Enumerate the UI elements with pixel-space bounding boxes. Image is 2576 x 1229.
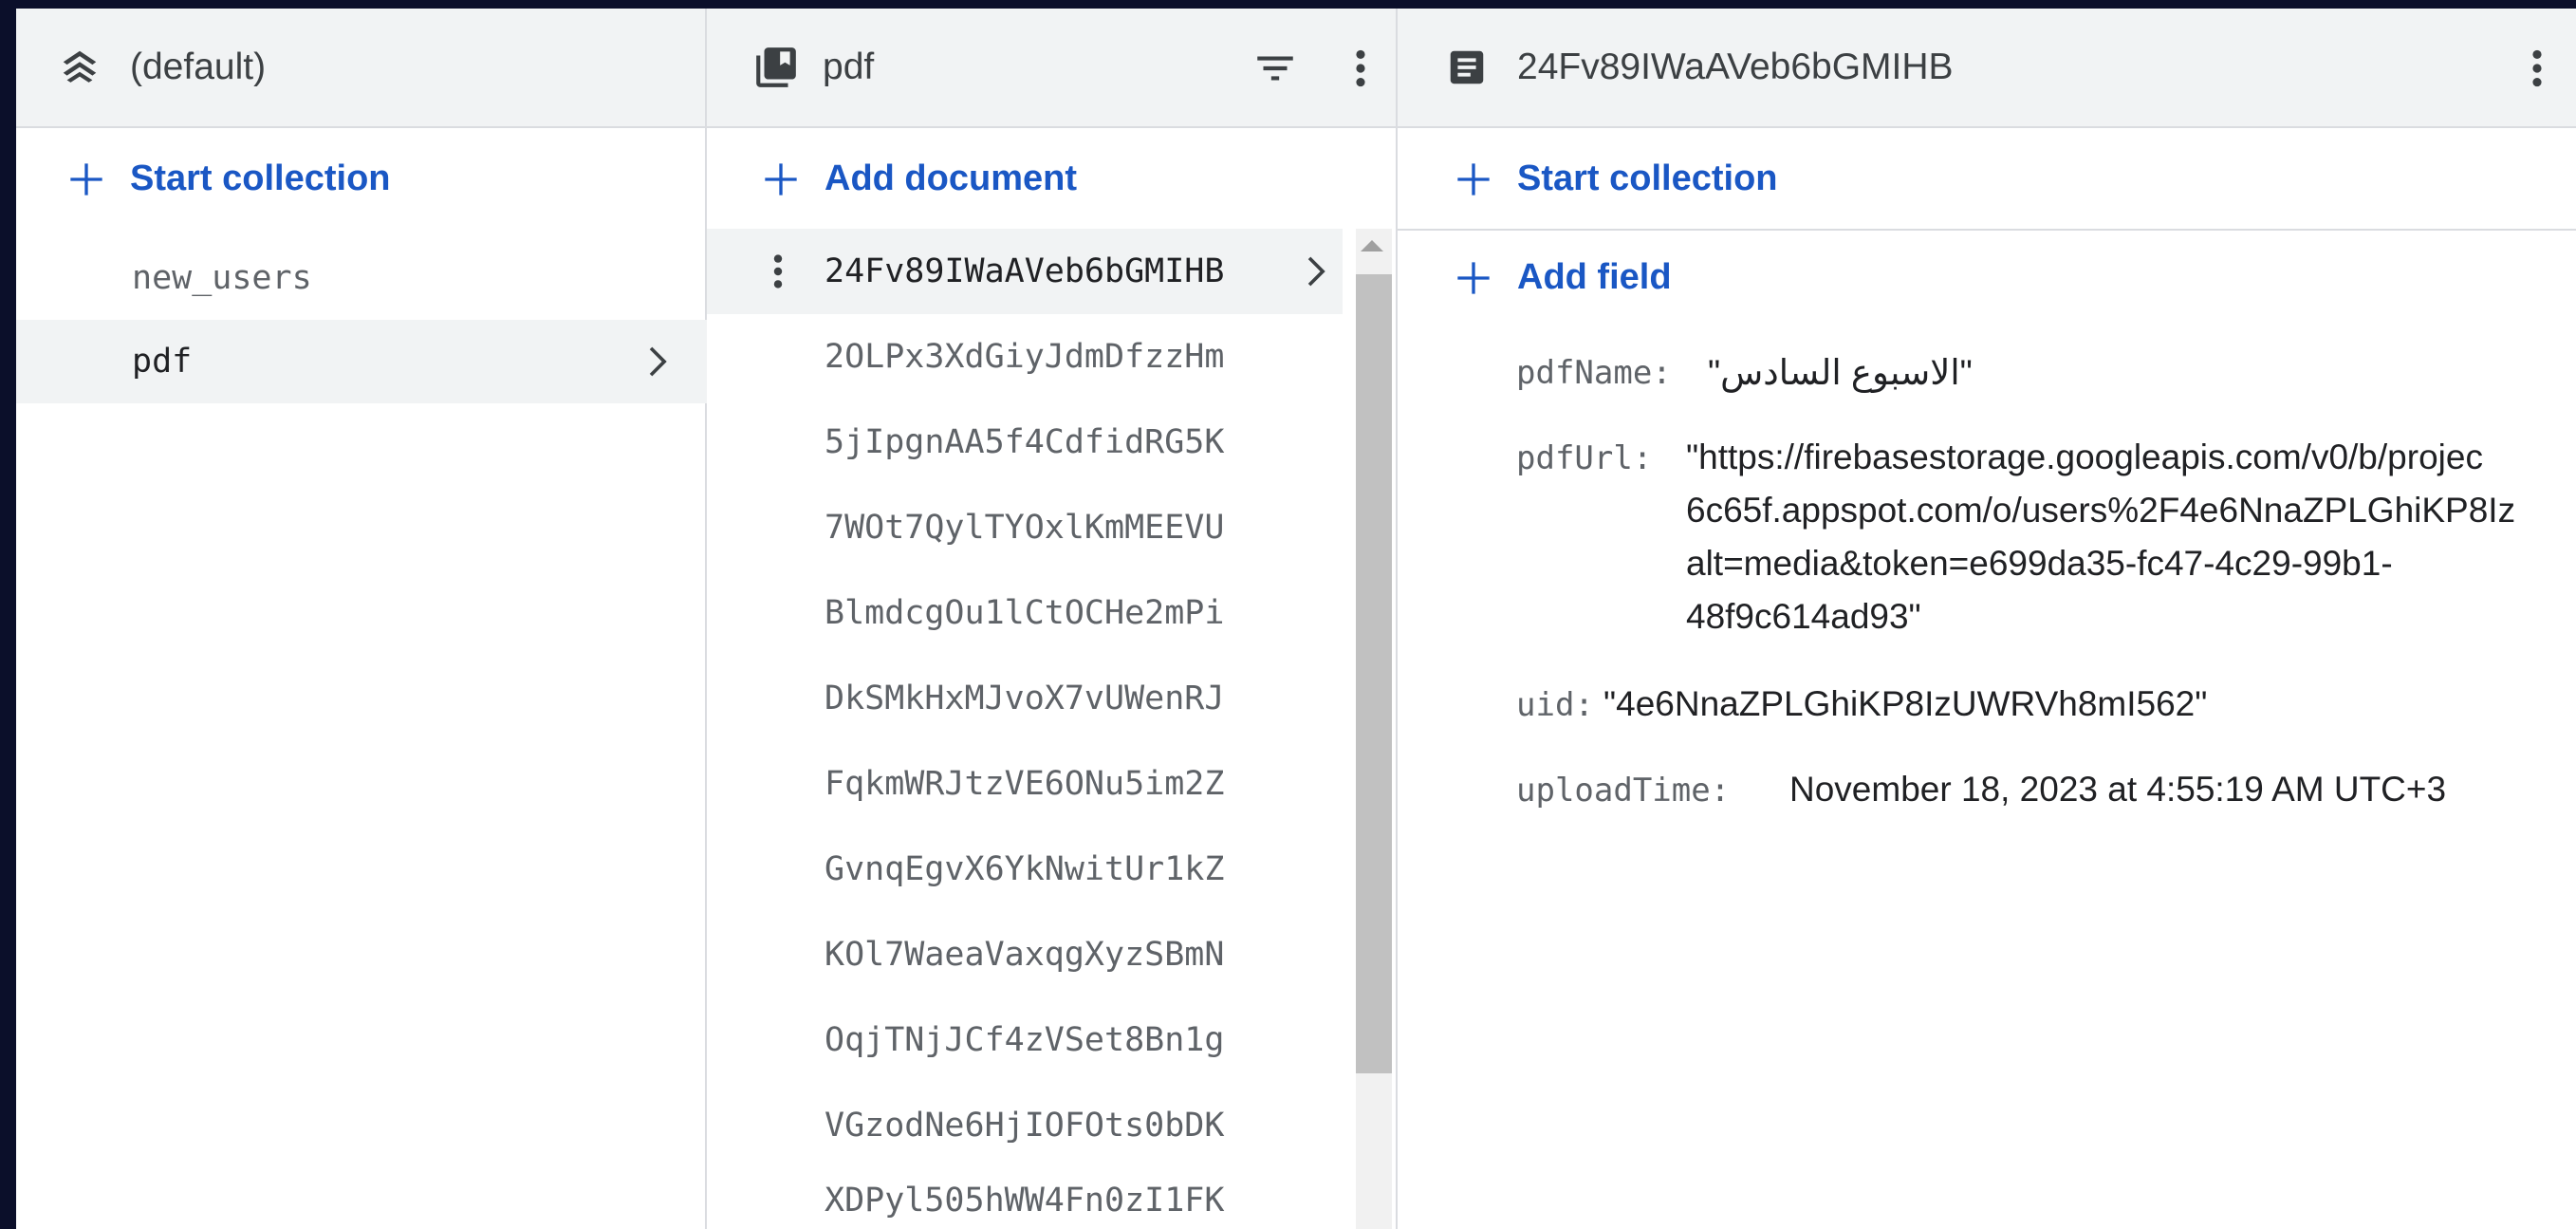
document-id: KOl7WaeaVaxqgXyzSBmN xyxy=(825,936,1225,974)
collection-label: new_users xyxy=(132,259,312,297)
document-id: FqkmWRJtzVE6ONu5im2Z xyxy=(825,765,1225,803)
chevron-right-icon xyxy=(649,346,667,377)
collection-header: pdf xyxy=(752,9,874,126)
document-id: 24Fv89IWaAVeb6bGMIHB xyxy=(825,252,1225,290)
scroll-up-arrow-icon[interactable] xyxy=(1361,240,1383,251)
document-id: DkSMkHxMJvoX7vUWenRJ xyxy=(825,680,1225,717)
document-id: OqjTNjJCf4zVSet8Bn1g xyxy=(825,1021,1225,1059)
field-pdfname[interactable]: pdfName: "الاسبوع السادس" xyxy=(1516,352,1973,392)
field-value-line: "https://firebasestorage.googleapis.com/… xyxy=(1686,438,2483,476)
document-item[interactable]: 2OLPx3XdGiyJdmDfzzHm xyxy=(707,314,1343,400)
collection-title: pdf xyxy=(823,47,875,87)
more-vert-icon[interactable] xyxy=(2513,45,2561,92)
document-item[interactable]: GvnqEgvX6YkNwitUr1kZ xyxy=(707,827,1343,912)
description-icon xyxy=(1445,46,1489,89)
document-header: 24Fv89IWaAVeb6bGMIHB xyxy=(1445,9,1954,126)
field-value-line: alt=media&token=e699da35-fc47-4c29-99b1- xyxy=(1686,544,2393,583)
document-id: XDPyl505hWW4Fn0zI1FK xyxy=(825,1182,1225,1220)
document-title: 24Fv89IWaAVeb6bGMIHB xyxy=(1517,47,1954,87)
field-key: uploadTime: xyxy=(1516,772,1731,810)
collection-item-pdf[interactable]: pdf xyxy=(16,320,707,403)
document-id: GvnqEgvX6YkNwitUr1kZ xyxy=(825,850,1225,888)
document-item[interactable]: 24Fv89IWaAVeb6bGMIHB xyxy=(707,229,1343,314)
field-value-line: 6c65f.appspot.com/o/users%2F4e6NnaZPLGhi… xyxy=(1686,491,2516,530)
document-item[interactable]: KOl7WaeaVaxqgXyzSBmN xyxy=(707,912,1343,997)
document-item[interactable]: 5jIpgnAA5f4CdfidRG5K xyxy=(707,400,1343,485)
add-icon xyxy=(765,162,797,196)
scrollbar-thumb[interactable] xyxy=(1356,274,1392,1073)
collection-item-new-users[interactable]: new_users xyxy=(16,236,707,320)
add-icon xyxy=(70,162,102,196)
start-collection-button[interactable]: Start collection xyxy=(67,158,391,199)
filter-list-icon[interactable] xyxy=(1251,45,1299,92)
document-id: 2OLPx3XdGiyJdmDfzzHm xyxy=(825,338,1225,376)
document-id: 5jIpgnAA5f4CdfidRG5K xyxy=(825,423,1225,461)
document-item[interactable]: DkSMkHxMJvoX7vUWenRJ xyxy=(707,656,1343,741)
start-collection-label: Start collection xyxy=(1517,158,1778,198)
field-key: pdfUrl: xyxy=(1516,439,1653,477)
field-pdfurl[interactable]: pdfUrl: xyxy=(1516,438,1652,477)
field-value: "4e6NnaZPLGhiKP8IzUWRVh8mI562" xyxy=(1603,684,2208,723)
document-id: BlmdcgOu1lCtOCHe2mPi xyxy=(825,594,1225,632)
add-icon xyxy=(1457,162,1490,196)
more-vert-icon[interactable] xyxy=(1337,45,1384,92)
start-collection-label: Start collection xyxy=(130,158,391,198)
chevron-right-icon xyxy=(1307,256,1325,287)
field-key: pdfName: xyxy=(1516,354,1672,392)
more-vert-icon[interactable] xyxy=(756,250,800,293)
field-uploadtime[interactable]: uploadTime: November 18, 2023 at 4:55:19… xyxy=(1516,770,2446,810)
document-item[interactable]: 7WOt7QylTYOxlKmMEEVU xyxy=(707,485,1343,570)
field-value: November 18, 2023 at 4:55:19 AM UTC+3 xyxy=(1789,770,2447,809)
document-item[interactable]: BlmdcgOu1lCtOCHe2mPi xyxy=(707,570,1343,656)
add-field-label: Add field xyxy=(1517,257,1672,297)
database-header[interactable]: (default) xyxy=(58,9,266,126)
database-title: (default) xyxy=(130,47,267,87)
add-field-button[interactable]: Add field xyxy=(1455,257,1672,298)
field-value-line: 48f9c614ad93" xyxy=(1686,597,1921,636)
stacked-chevrons-icon xyxy=(58,46,102,89)
add-icon xyxy=(1457,261,1490,294)
document-item[interactable]: XDPyl505hWW4Fn0zI1FK xyxy=(707,1168,1343,1229)
collection-label: pdf xyxy=(132,343,193,381)
document-id: VGzodNe6HjIOFOts0bDK xyxy=(825,1107,1225,1145)
add-document-label: Add document xyxy=(825,158,1077,198)
document-item[interactable]: VGzodNe6HjIOFOts0bDK xyxy=(707,1083,1343,1168)
field-uid[interactable]: uid: "4e6NnaZPLGhiKP8IzUWRVh8mI562" xyxy=(1516,684,2207,724)
field-key: uid: xyxy=(1516,686,1594,724)
add-document-button[interactable]: Add document xyxy=(762,158,1077,199)
firestore-data-viewer: (default) Start collection new_users pdf… xyxy=(16,9,2576,1229)
library-books-icon xyxy=(752,44,800,91)
document-id: 7WOt7QylTYOxlKmMEEVU xyxy=(825,509,1225,547)
field-value: "الاسبوع السادس" xyxy=(1708,353,1973,392)
document-item[interactable]: OqjTNjJCf4zVSet8Bn1g xyxy=(707,997,1343,1083)
document-item[interactable]: FqkmWRJtzVE6ONu5im2Z xyxy=(707,741,1343,827)
start-subcollection-button[interactable]: Start collection xyxy=(1455,158,1778,199)
